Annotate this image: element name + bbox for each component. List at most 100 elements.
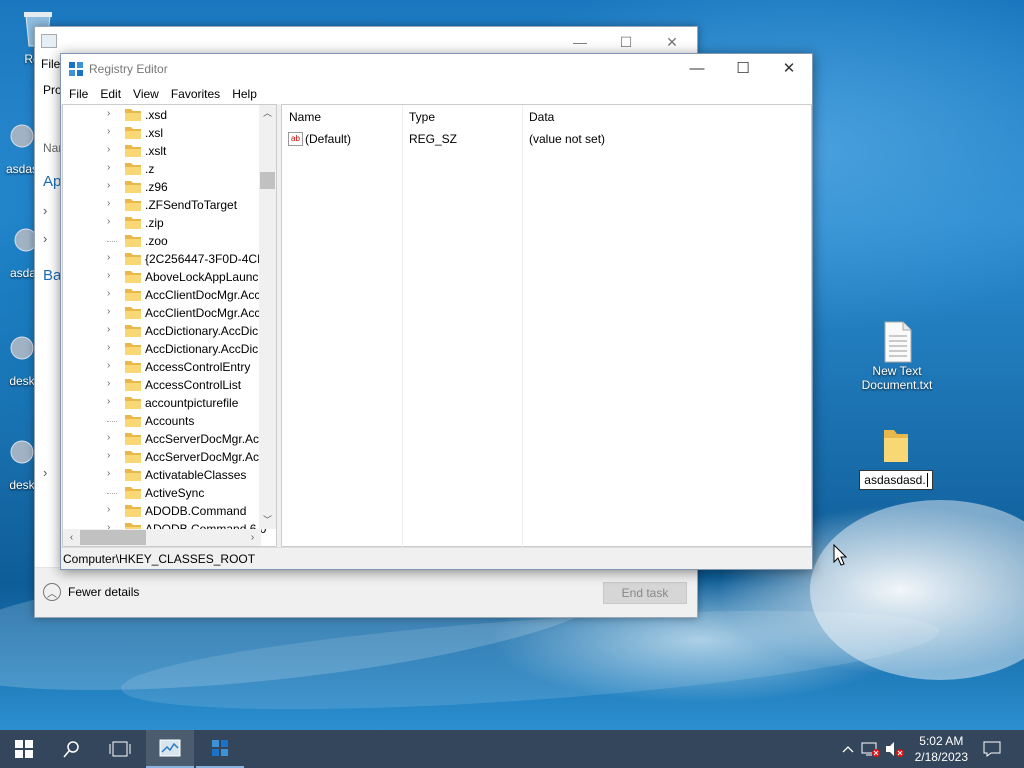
expand-arrow-icon[interactable]: ›	[107, 252, 117, 263]
minimize-button[interactable]: —	[557, 31, 603, 53]
expand-arrow-icon[interactable]: ›	[107, 450, 117, 461]
tree-item[interactable]: › AccessControlList	[63, 376, 263, 394]
maximize-button[interactable]: ☐	[603, 31, 649, 53]
close-button[interactable]: ✕	[766, 54, 812, 84]
tree-item[interactable]: Accounts	[63, 412, 263, 430]
end-task-button[interactable]: End task	[603, 582, 687, 604]
scrollbar-thumb[interactable]	[80, 530, 146, 545]
tree-item[interactable]: › .xsl	[63, 124, 263, 142]
folder-icon	[125, 270, 141, 283]
expand-arrow-icon[interactable]: ›	[107, 432, 117, 443]
expand-arrow-icon[interactable]: ›	[107, 108, 117, 119]
expand-chevron-icon[interactable]: ›	[43, 203, 47, 218]
tree-item[interactable]: › {2C256447-3F0D-4CBB	[63, 250, 273, 268]
column-header-name[interactable]: Name	[282, 105, 402, 129]
volume-button[interactable]	[884, 730, 906, 768]
tree-item[interactable]: ActiveSync	[63, 484, 263, 502]
scroll-up-arrow-icon[interactable]: ︿	[259, 105, 276, 122]
tree-item[interactable]: › .xslt	[63, 142, 263, 160]
expand-arrow-icon[interactable]: ›	[107, 468, 117, 479]
registry-key-tree[interactable]: › .xsd › .xsl › .xslt › .z › .z96 › .ZFSendToTarget…	[62, 104, 277, 547]
expand-arrow-icon[interactable]: ›	[107, 126, 117, 137]
tree-horizontal-scrollbar[interactable]: ‹ ›	[63, 529, 261, 546]
tree-item[interactable]: › AccClientDocMgr.Acc	[63, 304, 263, 322]
scrollbar-thumb[interactable]	[260, 172, 275, 189]
value-row[interactable]: ab (Default) REG_SZ (value not set)	[282, 129, 802, 149]
tree-item[interactable]: › AccDictionary.AccDic	[63, 340, 263, 358]
column-header-data[interactable]: Data	[522, 105, 802, 129]
action-center-button[interactable]	[980, 730, 1004, 768]
expand-arrow-icon[interactable]: ›	[107, 216, 117, 227]
scroll-left-arrow-icon[interactable]: ‹	[63, 529, 80, 546]
taskbar-registry-editor[interactable]	[196, 730, 244, 768]
desktop-file-new-text-document[interactable]: New Text Document.txt	[859, 320, 935, 392]
search-button[interactable]	[48, 730, 96, 768]
tree-item[interactable]: › .ZFSendToTarget	[63, 196, 263, 214]
menu-help[interactable]: Help	[226, 84, 263, 104]
tree-item[interactable]: › ADODB.Command	[63, 502, 263, 520]
registry-editor-window[interactable]: Registry Editor — ☐ ✕ File Edit View Fav…	[60, 53, 813, 570]
expand-arrow-icon[interactable]: ›	[107, 306, 117, 317]
menu-file[interactable]: File	[63, 84, 94, 104]
expand-arrow-icon[interactable]: ›	[107, 288, 117, 299]
expand-arrow-icon[interactable]: ›	[107, 144, 117, 155]
expand-arrow-icon[interactable]: ›	[107, 270, 117, 281]
tree-item[interactable]: › AboveLockAppLaunc	[63, 268, 263, 286]
tree-item[interactable]: › AccDictionary.AccDic	[63, 322, 263, 340]
taskbar-task-manager[interactable]	[146, 730, 194, 768]
expand-chevron-icon[interactable]: ›	[43, 231, 47, 246]
expand-arrow-icon[interactable]: ›	[107, 162, 117, 173]
tree-item[interactable]: › .z	[63, 160, 263, 178]
desktop-folder-asdasdasd[interactable]: asdasdasd.	[858, 424, 934, 490]
expand-arrow-icon[interactable]: ›	[107, 360, 117, 371]
folder-icon	[125, 162, 141, 175]
tree-item[interactable]: › .z96	[63, 178, 263, 196]
search-icon	[63, 741, 79, 758]
fewer-details-button[interactable]: ︿ Fewer details	[43, 583, 139, 601]
scroll-down-arrow-icon[interactable]: ﹀	[259, 512, 276, 529]
menu-favorites[interactable]: Favorites	[165, 84, 226, 104]
expand-arrow-icon[interactable]: ›	[107, 378, 117, 389]
scroll-right-arrow-icon[interactable]: ›	[244, 529, 261, 546]
expand-arrow-icon[interactable]: ›	[107, 198, 117, 209]
menu-view[interactable]: View	[127, 84, 165, 104]
text-file-icon	[879, 320, 915, 363]
mouse-cursor-icon	[833, 543, 848, 569]
tree-item[interactable]: › AccClientDocMgr.Acc	[63, 286, 263, 304]
expand-arrow-icon[interactable]: ›	[107, 180, 117, 191]
tree-item[interactable]: › ActivatableClasses	[63, 466, 263, 484]
menu-edit[interactable]: Edit	[94, 84, 127, 104]
close-button[interactable]: ✕	[649, 31, 695, 53]
registry-values-list[interactable]: Name Type Data ab (Default) REG_SZ (valu…	[281, 104, 812, 548]
expand-arrow-icon[interactable]: ›	[107, 396, 117, 407]
folder-icon	[125, 126, 141, 139]
tree-item[interactable]: › AccServerDocMgr.Acc	[63, 448, 265, 466]
column-header-type[interactable]: Type	[402, 105, 522, 129]
system-clock[interactable]: 5:02 AM 2/18/2023	[915, 733, 968, 765]
rename-input[interactable]: asdasdasd.	[859, 470, 933, 490]
expand-arrow-icon[interactable]: ›	[107, 504, 117, 515]
start-button[interactable]	[0, 730, 48, 768]
column-divider	[522, 105, 523, 548]
tree-item[interactable]: › .zip	[63, 214, 263, 232]
maximize-button[interactable]: ☐	[720, 54, 766, 84]
string-value-icon: ab	[288, 132, 303, 146]
tree-item[interactable]: .zoo	[63, 232, 263, 250]
tree-item[interactable]: › AccServerDocMgr.Acc	[63, 430, 265, 448]
registry-editor-titlebar[interactable]: Registry Editor — ☐ ✕	[61, 54, 812, 84]
expand-chevron-icon[interactable]: ›	[43, 465, 47, 480]
tree-item[interactable]: › .xsd	[63, 106, 263, 124]
folder-icon	[125, 342, 141, 355]
task-view-button[interactable]	[96, 730, 144, 768]
tree-item[interactable]: › AccessControlEntry	[63, 358, 263, 376]
tree-item-label: .xsd	[145, 108, 168, 122]
expand-arrow-icon[interactable]: ›	[107, 324, 117, 335]
task-manager-menu-file[interactable]: File	[41, 57, 60, 71]
tree-item[interactable]: › accountpicturefile	[63, 394, 263, 412]
tree-vertical-scrollbar[interactable]: ︿ ﹀	[259, 105, 276, 529]
network-status-button[interactable]	[860, 730, 882, 768]
minimize-button[interactable]: —	[674, 54, 720, 84]
show-hidden-icons-button[interactable]	[840, 730, 856, 768]
expand-arrow-icon[interactable]: ›	[107, 342, 117, 353]
task-manager-tab-processes[interactable]: Pro	[43, 83, 62, 97]
